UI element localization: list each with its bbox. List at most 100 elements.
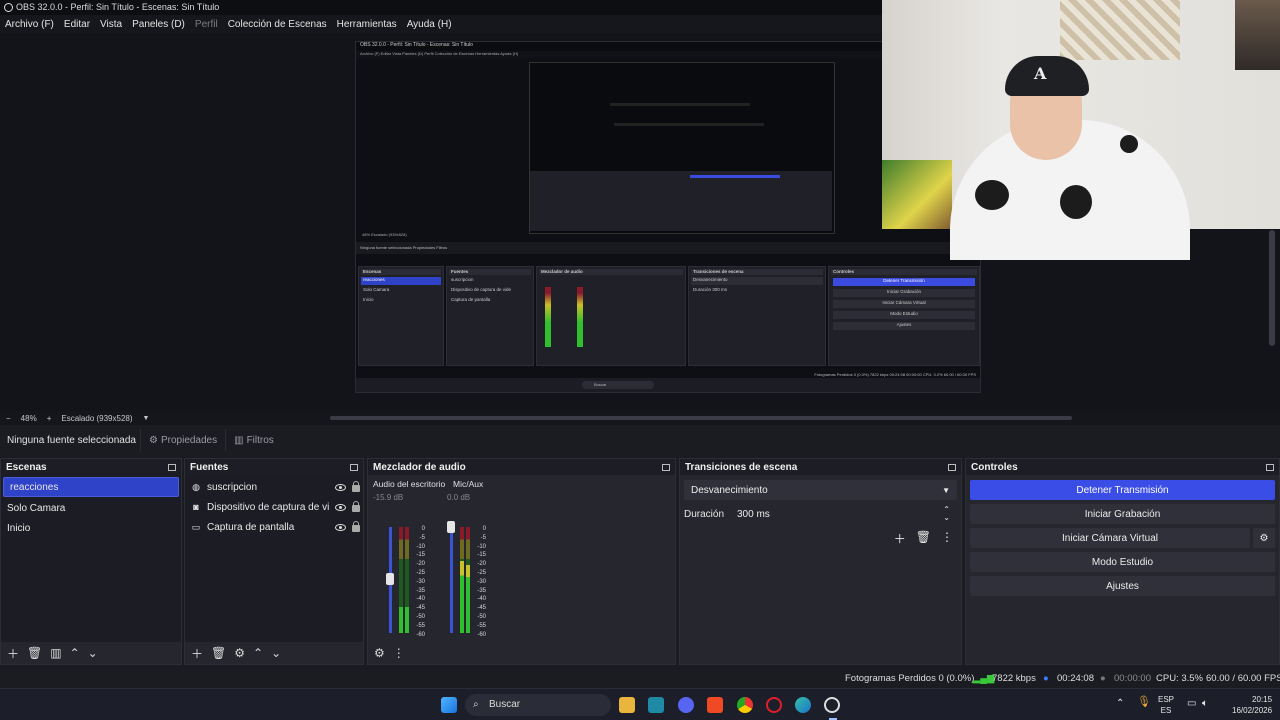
streaming-indicator-icon: ● xyxy=(1043,673,1049,684)
nested-scenes-title: Escenas xyxy=(361,269,441,275)
undock-icon[interactable] xyxy=(662,463,670,471)
capcut-icon[interactable] xyxy=(648,697,664,713)
spin-arrows-icon[interactable]: ⌃ ⌄ xyxy=(943,506,950,522)
windows-start-icon[interactable] xyxy=(441,697,457,713)
network-icon[interactable]: ▭ xyxy=(1187,698,1196,709)
properties-label: Propiedades xyxy=(160,434,218,446)
source-item-captura-pantalla[interactable]: ▭ Captura de pantalla xyxy=(185,517,363,537)
advanced-audio-properties-icon[interactable]: ⚙ xyxy=(374,646,385,660)
duration-spinbox[interactable]: 300 ms ⌃ ⌄ xyxy=(730,504,957,524)
move-up-icon[interactable]: ⌃ xyxy=(70,646,80,660)
undock-icon[interactable] xyxy=(948,463,956,471)
remove-source-icon[interactable]: 🗑︎ xyxy=(211,646,226,660)
mixer-title: Mezclador de audio xyxy=(373,461,466,473)
monitor-icon: ▭ xyxy=(191,521,201,532)
chrome-icon[interactable] xyxy=(737,697,753,713)
menu-archivo[interactable]: Archivo (F) xyxy=(5,19,54,30)
visibility-eye-icon[interactable] xyxy=(335,523,346,531)
lock-icon[interactable] xyxy=(352,481,360,492)
menu-coleccion-escenas[interactable]: Colección de Escenas xyxy=(228,19,327,30)
brave-icon[interactable] xyxy=(707,697,723,713)
virtual-camera-settings-gear-icon[interactable]: ⚙ xyxy=(1253,528,1275,548)
menu-editar[interactable]: Editar xyxy=(64,19,90,30)
menu-ayuda[interactable]: Ayuda (H) xyxy=(407,19,452,30)
scale-tick: -40 xyxy=(477,596,486,603)
webcam-hoodie-print xyxy=(1120,135,1138,153)
stop-streaming-button[interactable]: Detener Transmisión xyxy=(970,480,1275,500)
language-top: ESP xyxy=(1158,695,1175,704)
preview-horizontal-scrollbar[interactable] xyxy=(330,416,1072,420)
scene-item-reacciones[interactable]: reacciones xyxy=(3,477,179,497)
settings-button[interactable]: Ajustes xyxy=(970,576,1275,596)
source-item-dispositivo-captura[interactable]: ◙ Dispositivo de captura de video xyxy=(185,497,363,517)
properties-button[interactable]: ⚙ Propiedades xyxy=(140,429,225,451)
scale-mode[interactable]: Escalado (939x528) xyxy=(61,414,132,423)
preview-vertical-scrollbar[interactable] xyxy=(1269,230,1275,346)
scale-tick: -35 xyxy=(416,587,425,594)
remove-transition-icon[interactable]: 🗑︎ xyxy=(916,530,931,547)
mixer-menu-icon[interactable]: ⋮ xyxy=(393,646,405,660)
move-down-icon[interactable]: ⌄ xyxy=(271,646,281,660)
scale-mode-dropdown-icon[interactable]: ▼ xyxy=(143,415,150,422)
taskbar-search[interactable]: ⌕ Buscar xyxy=(465,694,611,716)
scene-filters-icon[interactable]: ▥ xyxy=(50,646,61,660)
lock-icon[interactable] xyxy=(352,521,360,532)
menu-vista[interactable]: Vista xyxy=(100,19,122,30)
add-transition-icon[interactable]: ＋ xyxy=(894,530,906,547)
clock[interactable]: 20:15 16/02/2026 xyxy=(1232,694,1272,716)
scene-item-solo-camara[interactable]: Solo Camara xyxy=(1,499,181,519)
undock-icon[interactable] xyxy=(1266,463,1274,471)
undock-icon[interactable] xyxy=(168,463,176,471)
nested-mixer-title: Mezclador de audio xyxy=(539,269,683,275)
visibility-eye-icon[interactable] xyxy=(335,503,346,511)
meter-scale: 0 -5 -10 -15 -20 -25 -30 -35 -40 -45 -50… xyxy=(472,525,486,639)
microphone-in-use-icon[interactable]: 🎙︎ xyxy=(1137,697,1151,708)
source-item-suscripcion[interactable]: ◍ suscripcion xyxy=(185,477,363,497)
zoom-out-button[interactable]: − xyxy=(6,414,11,423)
edge-icon[interactable] xyxy=(795,697,811,713)
move-up-icon[interactable]: ⌃ xyxy=(253,646,263,660)
menu-paneles[interactable]: Paneles (D) xyxy=(132,19,185,30)
obs-taskbar-icon[interactable] xyxy=(824,697,840,713)
scale-tick: -25 xyxy=(477,569,486,576)
scene-item-inicio[interactable]: Inicio xyxy=(1,519,181,539)
volume-fader-knob[interactable] xyxy=(447,521,455,533)
source-properties-gear-icon[interactable]: ⚙ xyxy=(234,646,245,660)
scale-tick: 0 xyxy=(421,526,425,532)
zoom-in-button[interactable]: + xyxy=(47,414,52,423)
remove-scene-icon[interactable]: 🗑︎ xyxy=(27,646,42,660)
nested-scenes-dock: Escenas reacciones Solo Camara Inicio xyxy=(358,266,444,366)
nested-control: Ajustes xyxy=(833,322,975,330)
move-down-icon[interactable]: ⌄ xyxy=(88,646,98,660)
add-scene-icon[interactable]: ＋ xyxy=(7,645,19,662)
volume-fader[interactable] xyxy=(450,527,453,633)
volume-fader-knob[interactable] xyxy=(386,573,394,585)
add-source-icon[interactable]: ＋ xyxy=(191,645,203,662)
lock-icon[interactable] xyxy=(352,501,360,512)
nested-row xyxy=(614,123,764,126)
filters-button[interactable]: ▥ Filtros xyxy=(225,429,282,451)
tray-overflow-chevron-icon[interactable]: ⌃ xyxy=(1116,698,1124,709)
undock-icon[interactable] xyxy=(350,463,358,471)
scale-tick: -60 xyxy=(416,631,425,638)
start-recording-button[interactable]: Iniciar Grabación xyxy=(970,504,1275,524)
file-explorer-icon[interactable] xyxy=(619,697,635,713)
sources-toolbar: ＋ 🗑︎ ⚙ ⌃ ⌄ xyxy=(185,642,363,664)
nested-source: Dispositivo de captura de vide xyxy=(451,287,512,292)
stream-time: 00:24:08 xyxy=(1057,673,1094,684)
studio-mode-button[interactable]: Modo Estudio xyxy=(970,552,1275,572)
opera-icon[interactable] xyxy=(766,697,782,713)
volume-icon[interactable]: 🔈︎ xyxy=(1202,698,1208,709)
controls-dock: Controles Detener Transmisión Iniciar Gr… xyxy=(965,458,1280,665)
discord-icon[interactable] xyxy=(678,697,694,713)
menu-perfil: Perfil xyxy=(194,18,218,30)
transition-menu-icon[interactable]: ⋮ xyxy=(941,530,953,547)
transition-select[interactable]: Desvanecimiento ▼ xyxy=(684,480,957,500)
visibility-eye-icon[interactable] xyxy=(335,483,346,491)
menu-herramientas[interactable]: Herramientas xyxy=(337,19,397,30)
nested-mixer-dock: Mezclador de audio xyxy=(536,266,686,366)
webcam-background-photo xyxy=(1235,0,1280,70)
language-indicator[interactable]: ESP ES xyxy=(1158,694,1174,716)
sources-list: ◍ suscripcion ◙ Dispositivo de captura d… xyxy=(185,475,363,642)
start-virtual-camera-button[interactable]: Iniciar Cámara Virtual xyxy=(970,528,1250,548)
